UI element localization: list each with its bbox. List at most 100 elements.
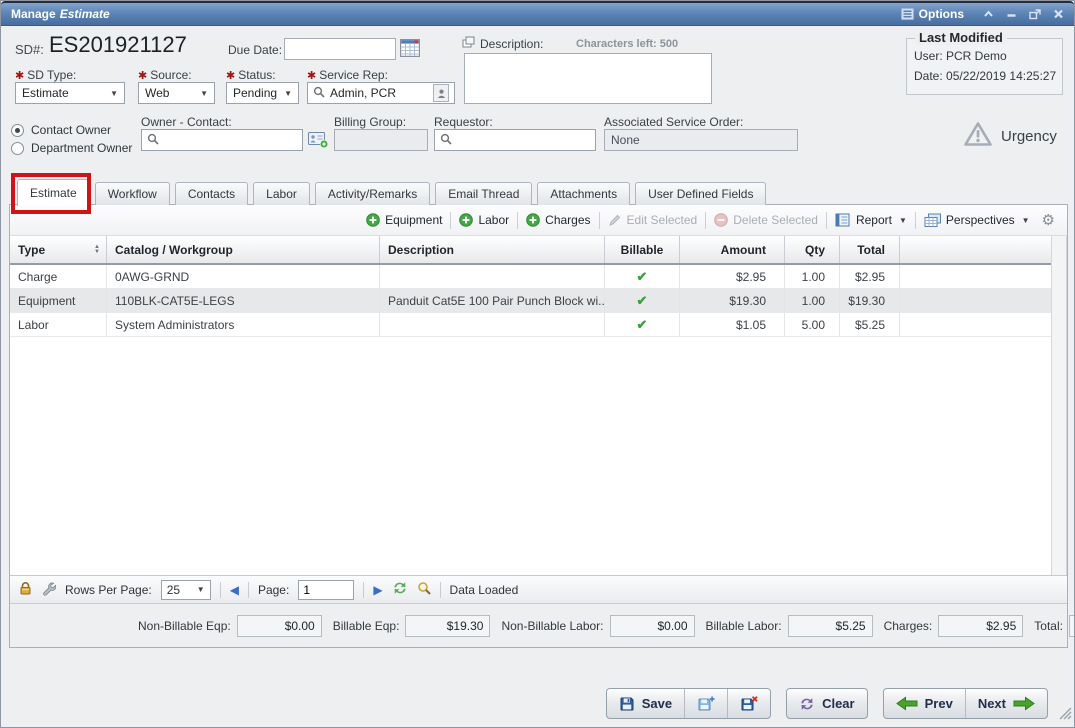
owner-contact-input[interactable]: [141, 129, 303, 151]
column-header-filler: [900, 236, 1051, 263]
perspectives-icon: [924, 213, 941, 228]
cell-billable: ✔: [605, 313, 680, 336]
tab-contacts[interactable]: Contacts: [175, 182, 248, 205]
page-number-input[interactable]: [298, 580, 354, 600]
cell-total: $19.30: [840, 289, 900, 312]
clear-button-group: Clear: [786, 688, 868, 719]
tab-email-thread[interactable]: Email Thread: [435, 182, 532, 205]
cell-filler: [900, 313, 1051, 336]
delete-selected-button[interactable]: Delete Selected: [706, 213, 826, 227]
popout-description-icon[interactable]: [462, 36, 475, 51]
title-bar: ManageEstimate Options: [1, 1, 1074, 26]
description-textarea[interactable]: [464, 53, 712, 104]
contact-owner-radio-row[interactable]: Contact Owner: [11, 123, 111, 137]
tab-attachments[interactable]: Attachments: [537, 182, 630, 205]
service-rep-value: Admin, PCR: [330, 86, 396, 100]
next-button[interactable]: Next: [966, 689, 1047, 718]
previous-page-icon[interactable]: ◀: [230, 583, 239, 597]
gear-icon[interactable]: ⚙: [1038, 211, 1061, 229]
search-icon: [313, 86, 325, 101]
column-header-total[interactable]: Total: [840, 236, 900, 263]
chevron-down-icon: ▼: [899, 216, 907, 225]
sd-type-select[interactable]: Estimate▼: [15, 82, 125, 104]
page-label: Page:: [258, 583, 289, 597]
next-page-icon[interactable]: ▶: [373, 583, 382, 597]
total-value: $27.50: [1069, 615, 1075, 637]
perspectives-button[interactable]: Perspectives▼: [916, 213, 1038, 228]
edit-selected-button[interactable]: Edit Selected: [600, 213, 706, 227]
close-button[interactable]: [1053, 9, 1064, 19]
save-and-close-button[interactable]: [728, 689, 770, 718]
cell-type: Labor: [10, 313, 107, 336]
department-owner-radio-row[interactable]: Department Owner: [11, 141, 132, 155]
table-row[interactable]: Labor System Administrators ✔ $1.05 5.00…: [10, 313, 1051, 337]
options-button[interactable]: Options: [901, 7, 964, 21]
resize-grip[interactable]: [1056, 704, 1072, 725]
report-button[interactable]: Report▼: [827, 213, 915, 227]
search-icon: [440, 133, 452, 148]
save-button[interactable]: Save: [607, 689, 685, 718]
non-billable-eqp-value: $0.00: [237, 615, 322, 637]
sd-type-label: ✱SD Type:: [15, 68, 76, 82]
source-select[interactable]: Web▼: [138, 82, 215, 104]
add-contact-icon[interactable]: [308, 130, 329, 154]
pencil-icon: [608, 213, 622, 227]
column-header-catalog[interactable]: Catalog / Workgroup: [107, 236, 380, 263]
rows-per-page-select[interactable]: 25▼: [161, 580, 211, 600]
owner-contact-label: Owner - Contact:: [141, 115, 232, 129]
person-lookup-button[interactable]: [433, 84, 449, 102]
table-row[interactable]: Charge 0AWG-GRND ✔ $2.95 1.00 $2.95: [10, 265, 1051, 289]
sd-number-value: ES201921127: [49, 32, 187, 58]
tab-estimate[interactable]: Estimate: [17, 179, 90, 206]
popout-button[interactable]: [1029, 9, 1041, 20]
search-icon: [147, 133, 159, 148]
save-and-new-button[interactable]: [685, 689, 728, 718]
department-owner-radio[interactable]: [11, 142, 24, 155]
tab-workflow[interactable]: Workflow: [95, 182, 170, 205]
add-equipment-button[interactable]: Equipment: [358, 213, 450, 227]
column-header-billable[interactable]: Billable: [605, 236, 680, 263]
lock-icon[interactable]: [19, 581, 32, 598]
associated-service-order-label: Associated Service Order:: [604, 115, 743, 129]
billable-check-icon: ✔: [637, 293, 648, 309]
cell-amount: $2.95: [680, 265, 785, 288]
grid-header-row: Type ▲▼ Catalog / Workgroup Description …: [10, 236, 1051, 265]
tab-labor[interactable]: Labor: [253, 182, 310, 205]
calendar-icon[interactable]: [400, 39, 420, 62]
column-header-amount[interactable]: Amount: [680, 236, 785, 263]
add-charges-button[interactable]: Charges: [518, 213, 598, 227]
estimate-tab-panel: Equipment Labor Charges Edit Selected De…: [9, 204, 1068, 648]
cell-amount: $1.05: [680, 313, 785, 336]
tab-user-defined-fields[interactable]: User Defined Fields: [635, 182, 766, 205]
requestor-input[interactable]: [434, 129, 596, 151]
add-labor-button[interactable]: Labor: [451, 213, 517, 227]
search-grid-icon[interactable]: [417, 581, 431, 598]
urgency-indicator[interactable]: Urgency: [963, 121, 1057, 151]
cell-catalog: System Administrators: [107, 313, 380, 336]
table-row[interactable]: Equipment 110BLK-CAT5E-LEGS Panduit Cat5…: [10, 289, 1051, 313]
column-header-description[interactable]: Description: [380, 236, 605, 263]
billable-labor-value: $5.25: [788, 615, 873, 637]
description-label: Description:: [480, 37, 543, 51]
wrench-icon[interactable]: [41, 581, 56, 599]
vertical-scrollbar[interactable]: [1051, 236, 1067, 575]
add-icon: [526, 213, 540, 227]
window-title-prefix: Manage: [11, 7, 56, 21]
column-header-type[interactable]: Type ▲▼: [10, 236, 107, 263]
non-billable-labor-value: $0.00: [610, 615, 695, 637]
status-select[interactable]: Pending▼: [226, 82, 299, 104]
refresh-icon[interactable]: [392, 581, 408, 598]
due-date-input[interactable]: [284, 38, 396, 60]
contact-owner-radio[interactable]: [11, 124, 24, 137]
clear-button[interactable]: Clear: [787, 689, 867, 718]
minimize-button[interactable]: [1006, 9, 1017, 19]
tab-activity-remarks[interactable]: Activity/Remarks: [315, 182, 430, 205]
remove-icon: [714, 213, 728, 227]
save-close-icon: [740, 696, 758, 712]
collapse-button[interactable]: [983, 9, 994, 19]
requestor-label: Requestor:: [434, 115, 493, 129]
cell-amount: $19.30: [680, 289, 785, 312]
prev-button[interactable]: Prev: [884, 689, 966, 718]
column-header-qty[interactable]: Qty: [785, 236, 840, 263]
service-rep-picker[interactable]: Admin, PCR: [307, 82, 455, 104]
